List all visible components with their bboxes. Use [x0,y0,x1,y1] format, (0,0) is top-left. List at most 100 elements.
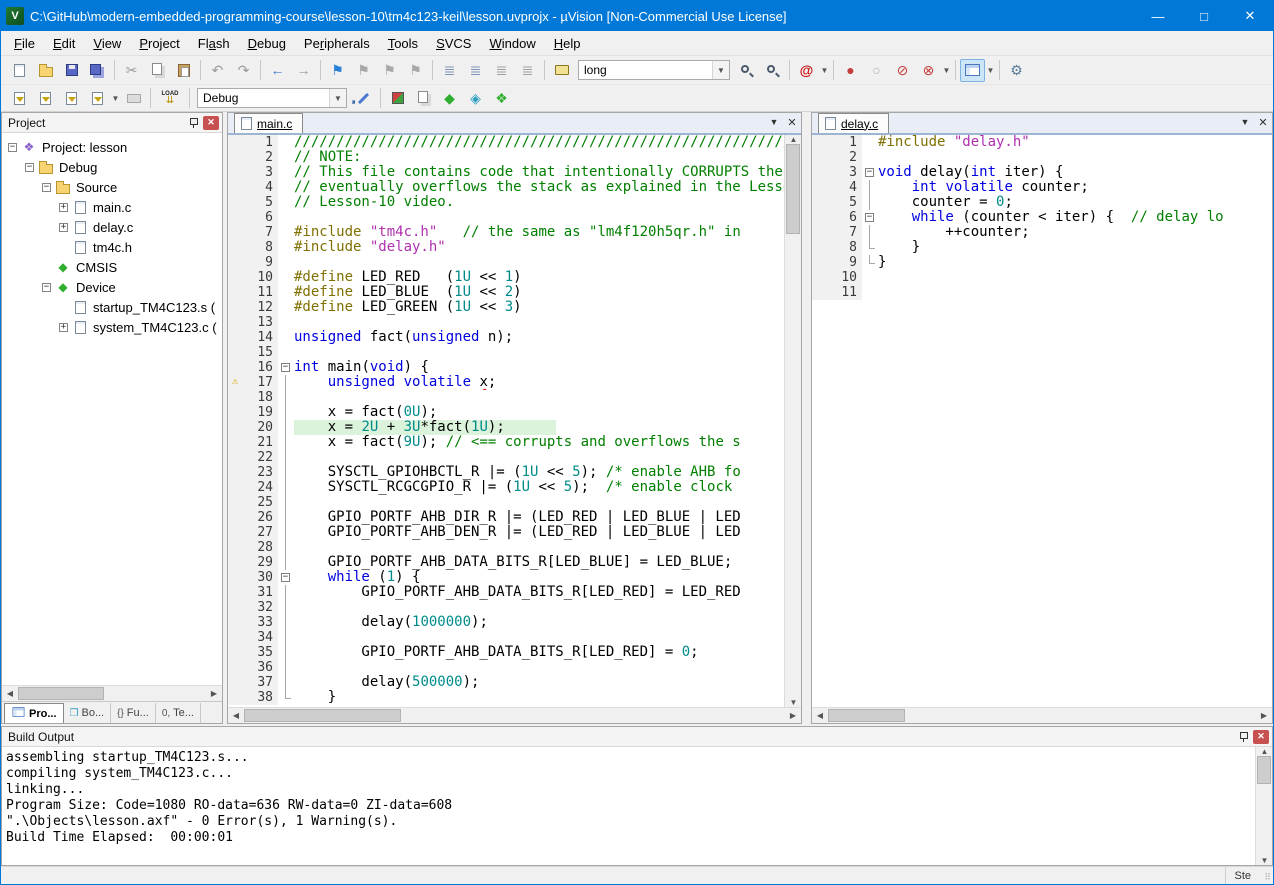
code-line[interactable]: 14unsigned fact(unsigned n); [228,330,784,345]
code-line[interactable]: 19 x = fact(0U); [228,405,784,420]
tree-expander-icon[interactable]: + [59,323,68,332]
build-button[interactable] [33,87,58,110]
fold-collapse-icon[interactable]: − [865,168,874,177]
tree-item-startup-tm4c123-s-[interactable]: startup_TM4C123.s ( [2,297,222,317]
tree-item-cmsis[interactable]: ◆CMSIS [2,257,222,277]
code-line[interactable]: 36 [228,660,784,675]
enable-disable-breakpoint-button[interactable]: ○ [864,59,889,82]
tree-item-system-tm4c123-c-[interactable]: +system_TM4C123.c ( [2,317,222,337]
scroll-right-icon[interactable]: ▶ [206,689,222,698]
code-line[interactable]: 28 [228,540,784,555]
scroll-left-icon[interactable]: ◀ [2,689,18,698]
code-line[interactable]: 15 [228,345,784,360]
code-area-main-c[interactable]: 1///////////////////////////////////////… [228,135,784,707]
code-line[interactable]: 12#define LED_GREEN (1U << 3) [228,300,784,315]
select-packs-button[interactable]: ◈ [463,87,488,110]
code-line[interactable]: 16−int main(void) { [228,360,784,375]
tab-main-c[interactable]: main.c [234,113,303,133]
editor-hscrollbar[interactable]: ◀ ▶ [228,707,801,723]
fold-collapse-icon[interactable]: − [281,573,290,582]
tree-item-tm4c-h[interactable]: tm4c.h [2,237,222,257]
scroll-right-icon[interactable]: ▶ [1256,711,1272,720]
code-line[interactable]: 38 } [228,690,784,705]
code-line[interactable]: 3−void delay(int iter) { [812,165,1272,180]
indent-button[interactable]: ≣ [463,59,488,82]
fold-margin[interactable]: − [278,360,294,375]
code-line[interactable]: 32 [228,600,784,615]
code-line[interactable]: 11#define LED_BLUE (1U << 2) [228,285,784,300]
find-symbol-button[interactable]: @ [794,59,819,82]
maximize-button[interactable]: □ [1181,1,1227,31]
code-line[interactable]: 34 [228,630,784,645]
scroll-down-icon[interactable]: ▼ [1256,856,1273,865]
project-panel-close-button[interactable]: ✕ [203,116,219,130]
tree-expander-icon[interactable]: + [59,223,68,232]
minimize-button[interactable]: — [1135,1,1181,31]
code-line[interactable]: 27 GPIO_PORTF_AHB_DEN_R |= (LED_RED | LE… [228,525,784,540]
code-line[interactable]: 13 [228,315,784,330]
code-line[interactable]: 7 ++counter; [812,225,1272,240]
batch-build-button[interactable] [85,87,110,110]
redo-button[interactable]: ↷ [231,59,256,82]
code-line[interactable]: 2 [812,150,1272,165]
breakpoint-dropdown[interactable]: ▼ [942,66,951,75]
find-symbol-dropdown[interactable]: ▼ [820,66,829,75]
code-line[interactable]: 30− while (1) { [228,570,784,585]
cut-button[interactable]: ✂ [119,59,144,82]
menu-project[interactable]: Project [130,33,188,54]
code-line[interactable]: 5 counter = 0; [812,195,1272,210]
target-options-button[interactable] [351,87,376,110]
code-line[interactable]: 9 [228,255,784,270]
code-line[interactable]: 24 SYSCTL_RCGCGPIO_R |= (1U << 5); /* en… [228,480,784,495]
scroll-up-icon[interactable]: ▲ [1256,747,1273,756]
target-combobox[interactable]: Debug ▼ [197,88,347,108]
file-extensions-button[interactable] [385,87,410,110]
code-line[interactable]: 23 SYSCTL_GPIOHBCTL_R |= (1U << 5); /* e… [228,465,784,480]
project-hscrollbar[interactable]: ◀ ▶ [2,685,222,701]
tree-expander-icon[interactable]: − [25,163,34,172]
incremental-find-button[interactable] [760,59,785,82]
open-file-button[interactable] [33,59,58,82]
menu-tools[interactable]: Tools [379,33,427,54]
menu-help[interactable]: Help [545,33,590,54]
next-bookmark-button[interactable]: ⚑ [377,59,402,82]
code-line[interactable]: 4 int volatile counter; [812,180,1272,195]
code-line[interactable]: 31 GPIO_PORTF_AHB_DATA_BITS_R[LED_RED] =… [228,585,784,600]
tree-expander-icon[interactable]: − [42,183,51,192]
code-line[interactable]: 5// Lesson-10 video. [228,195,784,210]
translate-button[interactable] [7,87,32,110]
code-line[interactable]: 1#include "delay.h" [812,135,1272,150]
copy-button[interactable] [145,59,170,82]
code-line[interactable]: 37 delay(500000); [228,675,784,690]
tab-close-button[interactable]: ✕ [783,113,801,131]
code-line[interactable]: 8 } [812,240,1272,255]
fold-margin[interactable]: − [278,570,294,585]
tab-list-dropdown[interactable]: ▼ [1236,113,1254,131]
unindent-button[interactable]: ≣ [437,59,462,82]
code-line[interactable]: 7#include "tm4c.h" // the same as "lm4f1… [228,225,784,240]
pin-icon[interactable] [189,117,198,128]
pin-icon[interactable] [1239,731,1248,742]
code-line[interactable]: 4// eventually overflows the stack as ex… [228,180,784,195]
prev-bookmark-button[interactable]: ⚑ [351,59,376,82]
menu-flash[interactable]: Flash [189,33,239,54]
code-line[interactable]: 20 x = 2U + 3U*fact(1U); [228,420,784,435]
undo-button[interactable]: ↶ [205,59,230,82]
panel-tab-te[interactable]: 0,Te... [156,703,201,723]
code-line[interactable]: 2// NOTE: [228,150,784,165]
uncomment-button[interactable]: ≣ [515,59,540,82]
tree-item-project-lesson[interactable]: −❖Project: lesson [2,137,222,157]
menu-file[interactable]: File [5,33,44,54]
code-line[interactable]: 10 [812,270,1272,285]
fold-margin[interactable]: − [862,165,878,180]
tree-item-main-c[interactable]: +main.c [2,197,222,217]
navigate-forward-button[interactable]: → [291,59,316,82]
toggle-breakpoint-button[interactable]: ● [838,59,863,82]
tab-close-button[interactable]: ✕ [1254,113,1272,131]
disable-all-breakpoints-button[interactable]: ⊘ [890,59,915,82]
code-line[interactable]: 25 [228,495,784,510]
code-line[interactable]: ⚠17 unsigned volatile x; [228,375,784,390]
batch-build-dropdown[interactable]: ▼ [111,94,120,103]
tree-item-source[interactable]: −Source [2,177,222,197]
code-line[interactable]: 1///////////////////////////////////////… [228,135,784,150]
